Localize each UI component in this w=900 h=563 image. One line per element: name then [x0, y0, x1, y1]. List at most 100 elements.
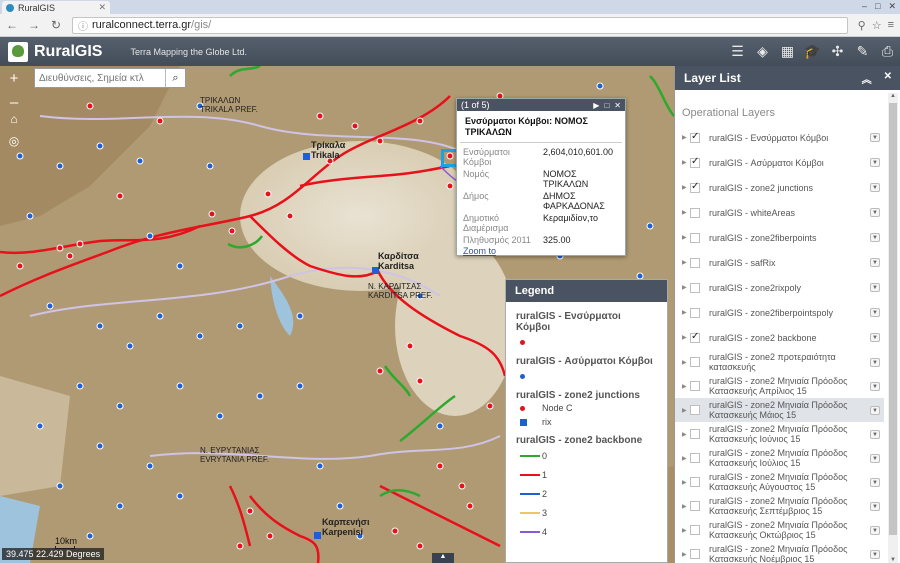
expand-layer-icon[interactable]: ▶	[682, 359, 690, 366]
collapse-panel-icon[interactable]: ︽	[862, 71, 872, 86]
minimize-icon[interactable]: –	[862, 1, 867, 12]
maximize-popup-icon[interactable]: □	[604, 101, 609, 110]
layer-menu-icon[interactable]: ▼	[870, 549, 880, 559]
expand-layer-icon[interactable]: ▶	[682, 527, 690, 534]
layer-item[interactable]: ▶ ruralGIS - safRix ▼	[675, 250, 884, 275]
layer-item[interactable]: ▶ ruralGIS - zone2 Μηνιαία Πρόοδος Κατασκ…	[675, 470, 884, 494]
layer-menu-icon[interactable]: ▼	[870, 477, 880, 487]
layer-menu-icon[interactable]: ▼	[870, 381, 880, 391]
layer-item[interactable]: ▶ ruralGIS - zone2fiberpoints ▼	[675, 225, 884, 250]
layer-item[interactable]: ▶ ruralGIS - zone2 backbone ▼	[675, 325, 884, 350]
layer-menu-icon[interactable]: ▼	[870, 258, 880, 267]
layer-visibility-checkbox[interactable]	[690, 357, 700, 367]
search-input[interactable]	[35, 69, 165, 87]
pin-icon[interactable]: ⚲	[858, 19, 866, 32]
layer-item[interactable]: ▶ ruralGIS - zone2fiberpointspoly ▼	[675, 300, 884, 325]
layer-visibility-checkbox[interactable]	[690, 477, 700, 487]
expand-layer-icon[interactable]: ▶	[682, 455, 690, 462]
zoom-in-icon[interactable]: +	[5, 70, 23, 88]
layer-item[interactable]: ▶ ruralGIS - zone2 Μηνιαία Πρόοδος Κατασκ…	[675, 542, 884, 563]
layer-item[interactable]: ▶ ruralGIS - zone2 Μηνιαία Πρόοδος Κατασκ…	[675, 398, 884, 422]
layer-menu-icon[interactable]: ▼	[870, 405, 880, 415]
layer-visibility-checkbox[interactable]	[690, 525, 700, 535]
layer-visibility-checkbox[interactable]	[690, 232, 700, 243]
layer-item[interactable]: ▶ ruralGIS - whiteAreas ▼	[675, 200, 884, 225]
expand-layer-icon[interactable]: ▶	[682, 134, 690, 141]
basemap-icon[interactable]: ▦	[775, 37, 800, 66]
layer-item[interactable]: ▶ ruralGIS - zone2rixpoly ▼	[675, 275, 884, 300]
layer-item[interactable]: ▶ ruralGIS - zone2 junctions ▼	[675, 175, 884, 200]
layer-item[interactable]: ▶ ruralGIS - zone2 προτεραιότητα κατασκευ…	[675, 350, 884, 374]
layer-visibility-checkbox[interactable]	[690, 405, 700, 415]
expand-layer-icon[interactable]: ▶	[682, 234, 690, 241]
expand-layer-icon[interactable]: ▶	[682, 209, 690, 216]
next-feature-icon[interactable]: ▶	[593, 101, 599, 110]
attribute-table-toggle[interactable]: ▲	[432, 553, 454, 563]
layer-menu-icon[interactable]: ▼	[870, 525, 880, 535]
layer-menu-icon[interactable]: ▼	[870, 208, 880, 217]
forward-icon[interactable]: →	[28, 18, 40, 32]
list-icon[interactable]: ☰	[725, 37, 750, 66]
expand-layer-icon[interactable]: ▶	[682, 431, 690, 438]
layer-visibility-checkbox[interactable]	[690, 501, 700, 511]
layer-menu-icon[interactable]: ▼	[870, 429, 880, 439]
layer-item[interactable]: ▶ ruralGIS - Ενσύρματοι Κόμβοι ▼	[675, 125, 884, 150]
layer-menu-icon[interactable]: ▼	[870, 501, 880, 511]
layer-item[interactable]: ▶ ruralGIS - zone2 Μηνιαία Πρόοδος Κατασκ…	[675, 374, 884, 398]
expand-layer-icon[interactable]: ▶	[682, 259, 690, 266]
layer-visibility-checkbox[interactable]	[690, 381, 700, 391]
layer-item[interactable]: ▶ ruralGIS - zone2 Μηνιαία Πρόοδος Κατασκ…	[675, 422, 884, 446]
expand-layer-icon[interactable]: ▶	[682, 159, 690, 166]
layer-item[interactable]: ▶ ruralGIS - zone2 Μηνιαία Πρόοδος Κατασκ…	[675, 446, 884, 470]
layer-item[interactable]: ▶ ruralGIS - zone2 Μηνιαία Πρόοδος Κατασκ…	[675, 494, 884, 518]
expand-layer-icon[interactable]: ▶	[682, 479, 690, 486]
bookmark-star-icon[interactable]: ☆	[872, 19, 882, 32]
layer-visibility-checkbox[interactable]	[690, 156, 700, 168]
print-icon[interactable]: ⎙	[875, 37, 900, 66]
layer-menu-icon[interactable]: ▼	[870, 333, 880, 342]
layer-visibility-checkbox[interactable]	[690, 282, 700, 293]
layer-menu-icon[interactable]: ▼	[870, 308, 880, 317]
home-icon[interactable]: ⌂	[5, 110, 23, 128]
back-icon[interactable]: ←	[6, 18, 18, 32]
expand-layer-icon[interactable]: ▶	[682, 284, 690, 291]
browser-menu-icon[interactable]: ≡	[888, 19, 894, 32]
layer-item[interactable]: ▶ ruralGIS - Ασύρματοι Κόμβοι ▼	[675, 150, 884, 175]
layer-visibility-checkbox[interactable]	[690, 453, 700, 463]
expand-layer-icon[interactable]: ▶	[682, 334, 690, 341]
browser-tab[interactable]: RuralGIS ✕	[2, 1, 110, 14]
share-icon[interactable]: ✣	[825, 37, 850, 66]
layer-visibility-checkbox[interactable]	[690, 307, 700, 318]
measure-icon[interactable]: ✎	[850, 37, 875, 66]
layer-menu-icon[interactable]: ▼	[870, 233, 880, 242]
close-tab-icon[interactable]: ✕	[98, 2, 106, 13]
search-icon[interactable]: ⌕	[165, 69, 185, 87]
reload-icon[interactable]: ↻	[50, 18, 62, 32]
close-window-icon[interactable]: ✕	[888, 1, 896, 12]
education-icon[interactable]: 🎓	[800, 37, 825, 66]
layer-visibility-checkbox[interactable]	[690, 549, 700, 559]
close-panel-icon[interactable]: ✕	[884, 71, 892, 86]
layer-visibility-checkbox[interactable]	[690, 131, 700, 143]
layer-list-scrollbar[interactable]: ▲ ▼	[888, 93, 898, 563]
layer-menu-icon[interactable]: ▼	[870, 158, 880, 167]
layer-visibility-checkbox[interactable]	[690, 181, 700, 193]
close-popup-icon[interactable]: ✕	[614, 101, 621, 110]
layer-menu-icon[interactable]: ▼	[870, 283, 880, 292]
expand-layer-icon[interactable]: ▶	[682, 383, 690, 390]
layer-item[interactable]: ▶ ruralGIS - zone2 Μηνιαία Πρόοδος Κατασκ…	[675, 518, 884, 542]
expand-layer-icon[interactable]: ▶	[682, 309, 690, 316]
layer-menu-icon[interactable]: ▼	[870, 357, 880, 367]
layer-visibility-checkbox[interactable]	[690, 207, 700, 218]
locate-icon[interactable]: ◎	[5, 132, 23, 150]
layer-menu-icon[interactable]: ▼	[870, 453, 880, 463]
expand-layer-icon[interactable]: ▶	[682, 503, 690, 510]
maximize-icon[interactable]: □	[875, 1, 880, 12]
layer-visibility-checkbox[interactable]	[690, 429, 700, 439]
layer-menu-icon[interactable]: ▼	[870, 133, 880, 142]
layers-icon[interactable]: ◈	[750, 37, 775, 66]
expand-layer-icon[interactable]: ▶	[682, 184, 690, 191]
zoom-to-link[interactable]: Zoom to	[463, 246, 496, 256]
expand-layer-icon[interactable]: ▶	[682, 551, 690, 558]
layer-visibility-checkbox[interactable]	[690, 257, 700, 268]
